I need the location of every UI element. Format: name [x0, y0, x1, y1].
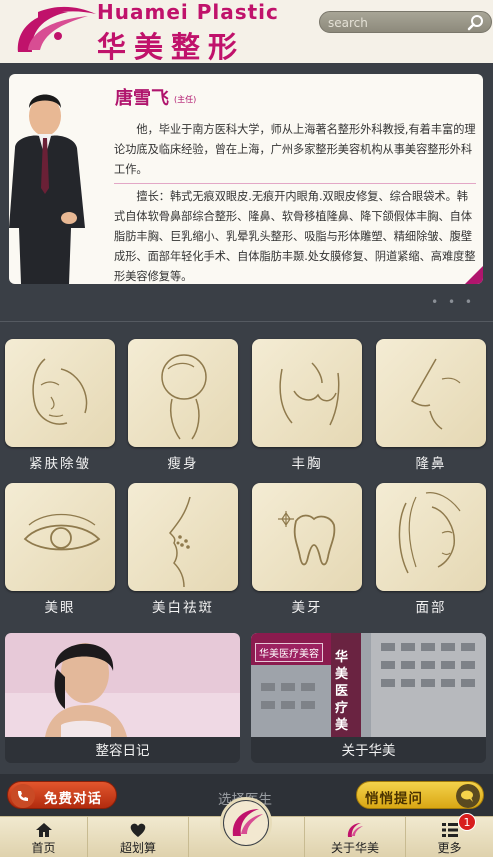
- brand-logo-icon: [224, 801, 268, 845]
- menu-grid-icon: [441, 823, 458, 837]
- free-chat-label: 免费对话: [44, 791, 102, 807]
- phone-icon: [11, 784, 35, 808]
- header: Huamei Plastic 华美整形: [0, 0, 493, 64]
- search-input[interactable]: [328, 14, 458, 31]
- service-tile-whitening[interactable]: [128, 483, 238, 591]
- section-divider: [0, 321, 493, 322]
- card-label: 整容日记: [95, 743, 150, 759]
- service-label: 丰胸: [291, 456, 323, 472]
- service-tile-eye[interactable]: [5, 483, 115, 591]
- nav-separator: [188, 817, 189, 857]
- service-label: 美眼: [44, 600, 76, 616]
- card-label: 关于华美: [341, 743, 396, 759]
- nav-deals[interactable]: 超划算: [88, 817, 188, 857]
- brand-name-en: Huamei Plastic: [97, 0, 279, 24]
- chat-bubble-icon: [456, 784, 480, 808]
- service-tile-face[interactable]: [376, 483, 486, 591]
- search-box: [319, 11, 492, 33]
- banner-corner: [465, 266, 483, 284]
- more-dots-icon[interactable]: • • •: [431, 295, 475, 309]
- clinic-sign: 华美医疗美容: [255, 643, 323, 662]
- card-about[interactable]: 华美医疗美容 华美医疗美 关于华美: [251, 633, 486, 763]
- service-tile-wrinkle[interactable]: [5, 339, 115, 447]
- nav-label: 更多: [437, 841, 462, 855]
- card-diary[interactable]: 整容日记: [5, 633, 240, 763]
- ask-question-button[interactable]: 悄悄提问: [356, 781, 484, 809]
- free-chat-button[interactable]: 免费对话: [7, 781, 117, 809]
- heart-icon: [130, 823, 146, 837]
- doctor-photo: [9, 94, 85, 284]
- nav-about[interactable]: 关于华美: [305, 817, 405, 857]
- nav-home[interactable]: 首页: [0, 817, 87, 857]
- service-label: 美牙: [291, 600, 323, 616]
- nav-more[interactable]: 更多: [406, 817, 493, 857]
- home-icon: [35, 823, 52, 837]
- eye-icon: [23, 514, 101, 551]
- doctor-bio: 他，毕业于南方医科大学，师从上海著名整形外科教授,有着丰富的理论功底及临床经验，…: [114, 123, 476, 176]
- brand-name-cn: 华美整形: [97, 30, 246, 64]
- face-icon: [398, 492, 461, 574]
- nose-icon: [411, 358, 461, 430]
- nav-label: 关于华美: [330, 841, 379, 855]
- skin-whitening-icon: [168, 496, 191, 588]
- center-logo-button[interactable]: [220, 797, 272, 849]
- service-label: 面部: [415, 600, 447, 616]
- building-sign: 华美医疗美: [335, 650, 349, 733]
- service-tile-slim[interactable]: [128, 339, 238, 447]
- service-tile-teeth[interactable]: [252, 483, 362, 591]
- face-wrinkle-icon: [32, 358, 88, 425]
- service-label: 瘦身: [167, 456, 199, 472]
- notification-badge: 1: [458, 813, 476, 831]
- nav-label: 首页: [31, 841, 56, 855]
- brand-logo[interactable]: [8, 2, 98, 60]
- service-tile-nose[interactable]: [376, 339, 486, 447]
- brand-logo-icon: [347, 823, 363, 837]
- service-label: 隆鼻: [415, 456, 447, 472]
- service-tile-breast[interactable]: [252, 339, 362, 447]
- banner-section: 唐雪飞 (主任) 他，毕业于南方医科大学，师从上海著名整形外科教授,有着丰富的理…: [0, 63, 493, 321]
- diary-photo: [5, 633, 240, 737]
- doctor-title: (主任): [174, 95, 197, 104]
- breast-icon: [279, 362, 340, 426]
- tooth-icon: [278, 511, 336, 566]
- ask-question-label: 悄悄提问: [365, 791, 423, 807]
- service-label: 美白祛斑: [152, 600, 214, 616]
- doctor-name: 唐雪飞: [115, 88, 169, 109]
- nav-label: 超划算: [119, 841, 156, 855]
- search-icon[interactable]: [467, 14, 485, 32]
- slim-body-icon: [161, 354, 207, 440]
- doctor-banner[interactable]: 唐雪飞 (主任) 他，毕业于南方医科大学，师从上海著名整形外科教授,有着丰富的理…: [9, 74, 483, 284]
- bio-divider: [114, 183, 476, 184]
- doctor-skills: 擅长：韩式无痕双眼皮.无痕开内眼角.双眼皮修复、综合眼袋术。韩式自体软骨鼻部综合…: [114, 190, 476, 283]
- service-label: 紧肤除皱: [29, 456, 91, 472]
